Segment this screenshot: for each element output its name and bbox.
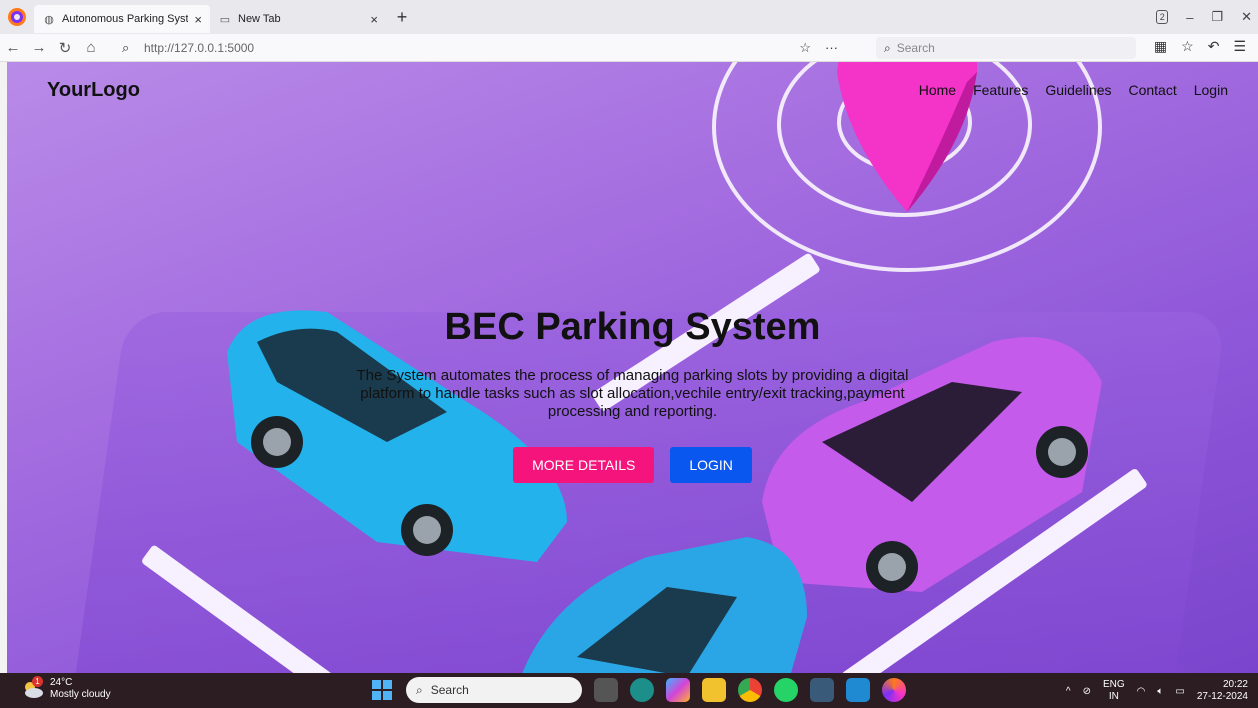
page-icon: ▭: [219, 13, 231, 26]
nav-guidelines[interactable]: Guidelines: [1045, 82, 1111, 98]
more-icon[interactable]: ···: [825, 40, 838, 56]
undo-icon[interactable]: ↶: [1208, 38, 1220, 55]
search-icon: ⌕: [884, 40, 891, 55]
browser-taskbar-icon[interactable]: [882, 678, 906, 702]
login-button[interactable]: LOGIN: [670, 447, 752, 483]
volume-icon[interactable]: 🔈︎: [1157, 686, 1163, 697]
task-view-icon[interactable]: [594, 678, 618, 702]
star-icon[interactable]: ☆: [799, 40, 811, 56]
nav-login[interactable]: Login: [1194, 82, 1228, 98]
lang-bottom: IN: [1108, 691, 1119, 702]
search-icon: ⌕: [122, 40, 130, 55]
extensions-icon[interactable]: ▦: [1154, 38, 1167, 55]
tab-new-tab[interactable]: ▭ New Tab ×: [210, 5, 386, 33]
hero-section: BEC Parking System The System automates …: [7, 306, 1258, 483]
browser-logo-icon[interactable]: [0, 0, 34, 34]
tab-autonomous-parking[interactable]: ◍ Autonomous Parking System ×: [34, 5, 210, 33]
search-placeholder: Search: [896, 41, 935, 55]
tab-title: New Tab: [238, 13, 281, 25]
forward-icon[interactable]: →: [26, 39, 52, 56]
edge-icon[interactable]: [630, 678, 654, 702]
favorites-icon[interactable]: ☆: [1181, 38, 1194, 55]
hero-title: BEC Parking System: [444, 306, 821, 348]
site-nav: Home Features Guidelines Contact Login: [919, 82, 1228, 98]
chevron-up-icon[interactable]: ^: [1066, 686, 1071, 697]
menu-icon[interactable]: ☰: [1233, 38, 1246, 55]
minimize-icon[interactable]: –: [1186, 10, 1193, 25]
nav-home[interactable]: Home: [919, 82, 956, 98]
nav-contact[interactable]: Contact: [1128, 82, 1176, 98]
clock[interactable]: 20:22 27-12-2024: [1197, 679, 1248, 703]
location-off-icon[interactable]: ⊘: [1083, 686, 1091, 697]
lang-top: ENG: [1102, 679, 1125, 690]
close-tab-icon[interactable]: ×: [194, 12, 202, 27]
taskbar-search-input[interactable]: ⌕ Search: [406, 677, 582, 703]
close-window-icon[interactable]: ✕: [1241, 9, 1252, 25]
search-icon: ⌕: [416, 682, 423, 697]
blue-car-bottom: [522, 537, 807, 673]
whatsapp-icon[interactable]: [774, 678, 798, 702]
clock-time: 20:22: [1222, 679, 1248, 690]
copilot-icon[interactable]: [666, 678, 690, 702]
battery-icon[interactable]: ▭: [1175, 686, 1184, 697]
tab-title: Autonomous Parking System: [62, 13, 189, 25]
new-tab-button[interactable]: +: [390, 7, 414, 28]
nav-features[interactable]: Features: [973, 82, 1028, 98]
back-icon[interactable]: ←: [0, 39, 26, 56]
globe-icon: ◍: [44, 13, 54, 26]
clock-date: 27-12-2024: [1196, 691, 1248, 702]
weather-widget[interactable]: 1 24°C Mostly cloudy: [22, 676, 111, 701]
reload-icon[interactable]: ↻: [52, 39, 78, 57]
chrome-icon[interactable]: [738, 678, 762, 702]
weather-badge: 1: [32, 676, 43, 687]
file-explorer-icon[interactable]: [702, 678, 726, 702]
hero-description: The System automates the process of mana…: [356, 367, 909, 420]
address-bar[interactable]: ⌕ http://127.0.0.1:5000 ☆ ···: [122, 36, 844, 60]
site-header: YourLogo Home Features Guidelines Contac…: [7, 62, 1258, 118]
snipping-tool-icon[interactable]: [810, 678, 834, 702]
start-icon[interactable]: [370, 678, 394, 702]
url-text[interactable]: http://127.0.0.1:5000: [144, 41, 254, 55]
more-details-button[interactable]: MORE DETAILS: [513, 447, 655, 483]
windows-taskbar: 1 24°C Mostly cloudy ⌕ Search ^ ⊘ ENG IN: [0, 673, 1258, 708]
browser-tab-bar: ◍ Autonomous Parking System × ▭ New Tab …: [0, 0, 1258, 34]
browser-nav-bar: ← → ↻ ⌂ ⌕ http://127.0.0.1:5000 ☆ ··· ⌕ …: [0, 34, 1258, 62]
site-logo[interactable]: YourLogo: [47, 79, 140, 102]
weather-temp: 24°C: [50, 677, 73, 688]
restore-icon[interactable]: ❐: [1211, 9, 1223, 25]
vscode-icon[interactable]: [846, 678, 870, 702]
home-icon[interactable]: ⌂: [78, 39, 104, 56]
wifi-icon[interactable]: ◠: [1137, 686, 1146, 697]
taskbar-search-placeholder: Search: [430, 683, 469, 697]
weather-desc: Mostly cloudy: [50, 689, 111, 700]
browser-search-input[interactable]: ⌕ Search: [876, 37, 1136, 59]
language-indicator[interactable]: ENG IN: [1103, 679, 1125, 703]
close-tab-icon[interactable]: ×: [370, 12, 378, 27]
cloud-icon: 1: [22, 676, 44, 700]
tab-count-badge[interactable]: 2: [1156, 10, 1169, 24]
web-page: YourLogo Home Features Guidelines Contac…: [7, 62, 1258, 673]
